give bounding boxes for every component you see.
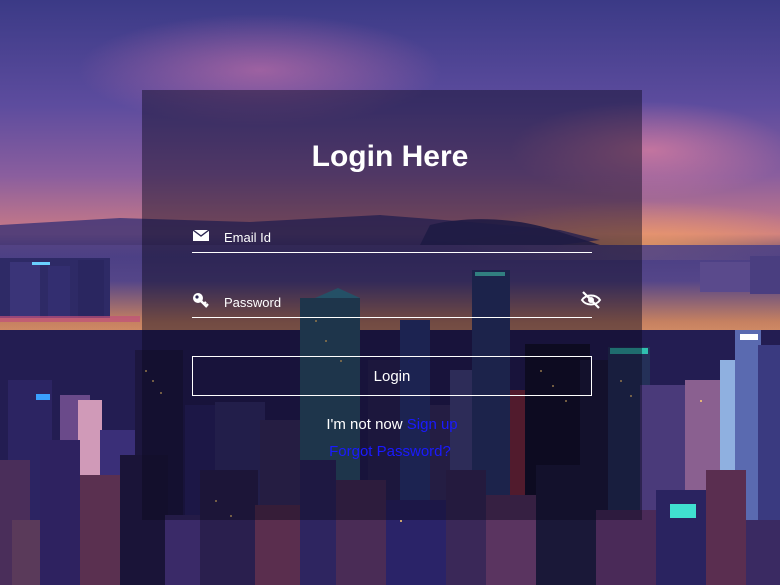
envelope-icon (192, 229, 210, 241)
signup-line: I'm not now Sign up (0, 416, 780, 433)
eye-slash-icon[interactable] (580, 290, 602, 310)
background-scene: Login Here Login I'm not now Sign up For… (0, 0, 780, 585)
password-field-row (192, 287, 602, 318)
login-button[interactable]: Login (192, 356, 592, 396)
page-title: Login Here (311, 140, 469, 173)
email-input[interactable] (222, 224, 556, 250)
forgot-password-row: Forgot Password? (0, 443, 780, 460)
forgot-password-link[interactable]: Forgot Password? (329, 443, 451, 460)
signup-link[interactable]: Sign up (407, 416, 458, 433)
email-field-row (192, 222, 592, 253)
signup-prompt: I'm not now (326, 416, 407, 433)
password-input[interactable] (222, 289, 556, 315)
key-icon (193, 293, 209, 308)
